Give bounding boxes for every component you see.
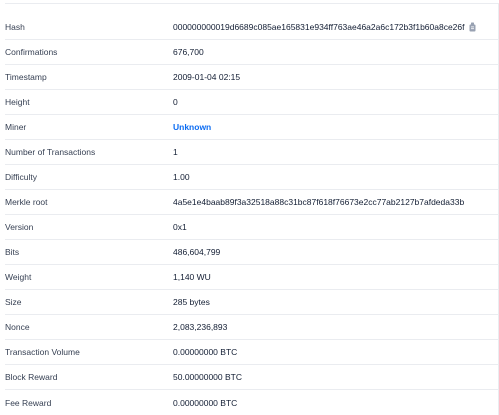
- version-label: Version: [5, 222, 34, 232]
- row-version: Version 0x1: [5, 215, 498, 240]
- block-reward-value: 50.00000000 BTC: [173, 372, 242, 382]
- row-fee-reward: Fee Reward 0.00000000 BTC: [5, 390, 498, 415]
- miner-link[interactable]: Unknown: [173, 122, 211, 132]
- height-value: 0: [173, 97, 178, 107]
- hash-label: Hash: [5, 22, 25, 32]
- nonce-label: Nonce: [5, 322, 30, 332]
- fee-reward-label: Fee Reward: [5, 397, 52, 408]
- row-weight: Weight 1,140 WU: [5, 265, 498, 290]
- difficulty-value: 1.00: [173, 172, 190, 182]
- hash-value: 000000000019d6689c085ae165831e934ff763ae…: [173, 22, 465, 32]
- version-value: 0x1: [173, 222, 187, 232]
- row-block-reward: Block Reward 50.00000000 BTC: [5, 365, 498, 390]
- bits-label: Bits: [5, 247, 20, 257]
- row-merkle-root: Merkle root 4a5e1e4baab89f3a32518a88c31b…: [5, 190, 498, 215]
- row-miner: Miner Unknown: [5, 115, 498, 140]
- row-nonce: Nonce 2,083,236,893: [5, 315, 498, 340]
- bits-value: 486,604,799: [173, 247, 221, 257]
- row-number-of-transactions: Number of Transactions 1: [5, 140, 498, 165]
- size-label: Size: [5, 297, 22, 307]
- miner-label: Miner: [5, 122, 27, 132]
- weight-value: 1,140 WU: [173, 272, 211, 282]
- row-timestamp: Timestamp 2009-01-04 02:15: [5, 65, 498, 90]
- fee-reward-value: 0.00000000 BTC: [173, 397, 238, 408]
- number-of-transactions-label: Number of Transactions: [5, 147, 96, 157]
- row-transaction-volume: Transaction Volume 0.00000000 BTC: [5, 340, 498, 365]
- hash-value-wrap: 000000000019d6689c085ae165831e934ff763ae…: [173, 22, 477, 32]
- merkle-root-value: 4a5e1e4baab89f3a32518a88c31bc87f618f7667…: [173, 197, 465, 207]
- size-value: 285 bytes: [173, 297, 210, 307]
- nonce-value: 2,083,236,893: [173, 322, 228, 332]
- row-size: Size 285 bytes: [5, 290, 498, 315]
- row-height: Height 0: [5, 90, 498, 115]
- difficulty-label: Difficulty: [5, 172, 37, 182]
- transaction-volume-value: 0.00000000 BTC: [173, 347, 238, 357]
- timestamp-value: 2009-01-04 02:15: [173, 72, 241, 82]
- block-details-table: Hash 000000000019d6689c085ae165831e934ff…: [0, 3, 499, 415]
- confirmations-label: Confirmations: [5, 47, 58, 57]
- row-hash: Hash 000000000019d6689c085ae165831e934ff…: [5, 4, 498, 40]
- row-difficulty: Difficulty 1.00: [5, 165, 498, 190]
- number-of-transactions-value: 1: [173, 147, 178, 157]
- timestamp-label: Timestamp: [5, 72, 47, 82]
- row-bits: Bits 486,604,799: [5, 240, 498, 265]
- copy-icon[interactable]: [468, 22, 477, 32]
- block-reward-label: Block Reward: [5, 372, 58, 382]
- merkle-root-label: Merkle root: [5, 197, 48, 207]
- transaction-volume-label: Transaction Volume: [5, 347, 80, 357]
- height-label: Height: [5, 97, 30, 107]
- row-confirmations: Confirmations 676,700: [5, 40, 498, 65]
- confirmations-value: 676,700: [173, 47, 204, 57]
- weight-label: Weight: [5, 272, 32, 282]
